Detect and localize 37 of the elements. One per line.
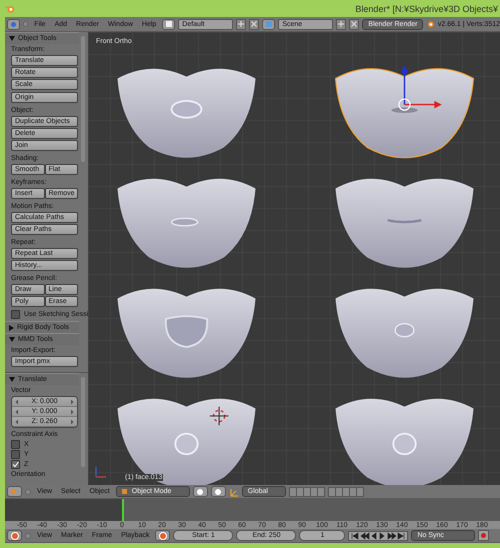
checkbox[interactable] [11, 450, 20, 458]
face-model[interactable] [334, 68, 474, 158]
face-model[interactable] [118, 288, 256, 378]
editor-type-button[interactable] [7, 530, 22, 541]
face-model[interactable] [336, 288, 474, 378]
disclosure-triangle-icon[interactable] [9, 377, 15, 382]
3d-cursor-icon [209, 406, 229, 426]
face-model[interactable] [336, 178, 474, 268]
blender-logo-icon [5, 4, 15, 14]
checkbox[interactable] [11, 460, 20, 468]
close-icon[interactable] [249, 18, 260, 30]
layout-icon[interactable] [162, 18, 176, 30]
face-model[interactable] [336, 398, 474, 485]
checkbox[interactable] [11, 440, 20, 448]
shading-button[interactable] [192, 486, 208, 497]
disclosure-triangle-icon[interactable] [9, 337, 15, 342]
keying-button[interactable] [155, 530, 170, 541]
face-model[interactable] [118, 398, 256, 485]
layer-buttons[interactable] [288, 486, 325, 496]
window-title: Blender* [N:¥Skydrive¥3D Objects¥ [355, 4, 498, 14]
face-model[interactable] [118, 178, 256, 268]
close-icon[interactable] [349, 18, 360, 30]
move-gizmo[interactable] [398, 65, 442, 111]
blender-logo-icon [426, 19, 435, 29]
playback-controls[interactable] [348, 530, 408, 540]
record-button[interactable] [478, 530, 490, 541]
layer-buttons[interactable] [328, 486, 364, 496]
face-model[interactable] [118, 68, 256, 158]
axis-icon [94, 465, 108, 479]
checkbox[interactable] [11, 310, 20, 318]
scene-icon[interactable] [262, 18, 276, 30]
add-icon[interactable] [236, 18, 246, 30]
pivot-button[interactable] [210, 486, 226, 497]
current-frame-line [122, 499, 124, 521]
manipulator-icon[interactable] [228, 486, 239, 496]
add-icon[interactable] [336, 18, 346, 30]
disclosure-triangle-icon[interactable] [9, 36, 15, 41]
